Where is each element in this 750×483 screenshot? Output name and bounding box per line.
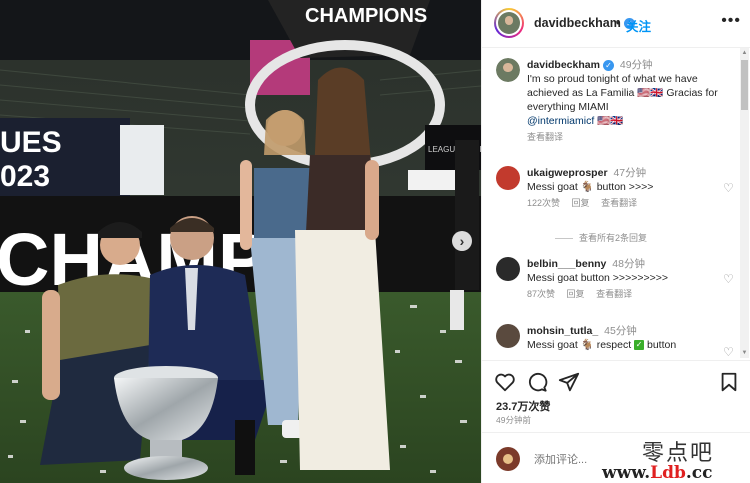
- reply-button[interactable]: 回复: [572, 198, 590, 208]
- comment-heart-icon[interactable]: ♡: [723, 345, 734, 358]
- user-avatar: [496, 447, 520, 471]
- caption-translate[interactable]: 查看翻译: [527, 132, 563, 142]
- translate-button[interactable]: 查看翻译: [596, 289, 632, 299]
- heart-icon[interactable]: [494, 371, 516, 393]
- post-header: davidbeckham ✓ • 关注 •••: [482, 0, 750, 48]
- separator-dot: •: [616, 16, 621, 30]
- goat-emoji: 🐐: [580, 339, 594, 351]
- photo-scene: UES 023 CHAMPIONS CHAMPI LEAGUES CUP: [0, 0, 481, 483]
- add-comment-bar: 零点吧 www.Ldb.cc: [482, 432, 750, 483]
- caption-time: 49分钟: [619, 59, 653, 71]
- reply-button[interactable]: 回复: [567, 289, 585, 299]
- comment-time: 47分钟: [613, 167, 647, 179]
- view-replies-button[interactable]: 查看所有2条回复: [555, 231, 647, 244]
- chevron-right-icon: ›: [459, 233, 465, 249]
- goat-emoji: 🐐: [580, 181, 594, 193]
- stand-text-2: 023: [0, 160, 50, 193]
- watermark-url: www.Ldb.cc: [602, 463, 713, 483]
- bookmark-icon[interactable]: [718, 371, 740, 393]
- scroll-down-icon[interactable]: ▼: [741, 349, 748, 357]
- comment-likes[interactable]: 122次赞: [527, 198, 560, 208]
- commenter-avatar[interactable]: [496, 257, 520, 281]
- likes-count[interactable]: 23.7万次赞: [496, 398, 550, 414]
- comments-list[interactable]: davidbeckham ✓ 49分钟 I'm so proud tonight …: [482, 48, 741, 358]
- caption-emoji: 🇺🇸🇬🇧: [597, 115, 624, 127]
- scroll-up-icon[interactable]: ▲: [741, 49, 748, 57]
- share-icon[interactable]: [558, 371, 580, 393]
- post-sidebar: davidbeckham ✓ • 关注 ••• davidbeckham ✓ 49分…: [481, 0, 750, 483]
- next-image-button[interactable]: ›: [452, 231, 472, 251]
- comment-username[interactable]: ukaigweprosper: [527, 167, 608, 179]
- verified-icon: ✓: [602, 59, 614, 71]
- post-actions: 23.7万次赞 49分钟前: [482, 360, 750, 430]
- comment-likes[interactable]: 87次赞: [527, 289, 555, 299]
- scroll-thumb[interactable]: [741, 60, 748, 110]
- check-mark-emoji: ✓: [634, 340, 645, 351]
- post-photo[interactable]: UES 023 CHAMPIONS CHAMPI LEAGUES CUP ›: [0, 0, 481, 483]
- comment-icon[interactable]: [526, 371, 548, 393]
- comment-username[interactable]: mohsin_tutla_: [527, 325, 598, 337]
- caption-avatar[interactable]: [496, 58, 520, 82]
- stand-text-1: UES: [0, 126, 62, 159]
- comment-heart-icon[interactable]: ♡: [723, 272, 734, 286]
- commenter-avatar[interactable]: [496, 324, 520, 348]
- comments-scrollbar[interactable]: ▲ ▼: [740, 48, 749, 358]
- comment-username[interactable]: belbin___benny: [527, 258, 606, 270]
- follow-button[interactable]: 关注: [626, 16, 651, 35]
- caption-username[interactable]: davidbeckham: [527, 59, 600, 71]
- banner-text: CHAMPIONS: [305, 5, 427, 27]
- comment-text: Messi goat button >>>>>>>>>: [527, 272, 668, 284]
- more-options-icon[interactable]: •••: [721, 12, 741, 30]
- caption-text: I'm so proud tonight of what we have ach…: [527, 73, 718, 113]
- comment-text: Messi goat 🐐 respect ✓ button: [527, 339, 677, 351]
- comment-time: 45分钟: [604, 325, 637, 337]
- comment-heart-icon[interactable]: ♡: [723, 181, 734, 195]
- translate-button[interactable]: 查看翻译: [601, 198, 637, 208]
- post-time: 49分钟前: [496, 415, 531, 425]
- comment-time: 48分钟: [612, 258, 645, 270]
- author-avatar[interactable]: [494, 8, 524, 38]
- comment-text: Messi goat 🐐 button >>>>: [527, 181, 654, 193]
- commenter-avatar[interactable]: [496, 166, 520, 190]
- caption-mention[interactable]: @intermiamicf: [527, 115, 594, 127]
